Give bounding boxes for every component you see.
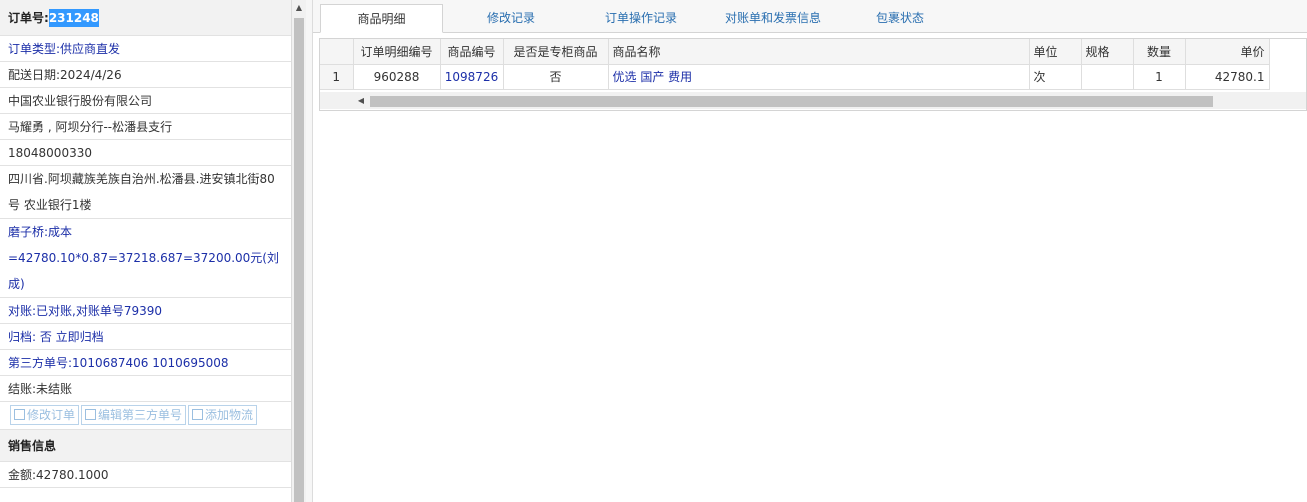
- action-buttons: 修改订单 编辑第三方单号 添加物流: [0, 402, 291, 430]
- sales-amount: 金额:42780.1000: [0, 462, 291, 488]
- edit-icon: [14, 409, 25, 420]
- cell-product-name[interactable]: 优选 国产 费用: [608, 64, 1030, 90]
- reconcile-status: 对账:已对账,对账单号79390: [0, 298, 291, 324]
- edit-icon: [192, 409, 204, 420]
- order-number-row: 订单号:231248: [0, 0, 291, 36]
- tab-statement-invoice[interactable]: 对账单和发票信息: [708, 4, 838, 32]
- tab-operation-log[interactable]: 订单操作记录: [591, 4, 691, 32]
- sales-info-header: 销售信息: [0, 430, 291, 462]
- add-logistics-label: 添加物流: [205, 408, 254, 422]
- col-product-id[interactable]: 商品编号: [440, 39, 504, 65]
- tab-package-status[interactable]: 包裹状态: [850, 4, 950, 32]
- product-detail-grid: 订单明细编号 商品编号 是否是专柜商品 商品名称 单位 规格 数量 单价 1 9…: [319, 38, 1307, 111]
- tab-product-details[interactable]: 商品明细: [320, 4, 443, 33]
- col-index: [320, 39, 354, 65]
- edit-icon: [85, 409, 97, 420]
- edit-third-party-label: 编辑第三方单号: [98, 408, 183, 422]
- cell-unit-price: 42780.1: [1185, 64, 1270, 90]
- order-info-panel: 订单号:231248 订单类型:供应商直发 配送日期:2024/4/26 中国农…: [0, 0, 292, 502]
- panel-divider[interactable]: [306, 0, 313, 502]
- cell-quantity: 1: [1133, 64, 1186, 90]
- cell-index: 1: [320, 64, 354, 90]
- add-logistics-button[interactable]: 添加物流: [188, 405, 258, 425]
- col-product-name[interactable]: 商品名称: [608, 39, 1030, 65]
- scrollbar-thumb[interactable]: [294, 18, 304, 502]
- horizontal-scrollbar-thumb[interactable]: [370, 96, 1213, 107]
- cell-unit: 次: [1029, 64, 1082, 90]
- grid-horizontal-scrollbar[interactable]: ◀: [320, 92, 1306, 109]
- edit-third-party-button[interactable]: 编辑第三方单号: [81, 405, 187, 425]
- order-number-value[interactable]: 231248: [48, 9, 99, 27]
- cell-product-id[interactable]: 1098726: [440, 64, 504, 90]
- edit-order-button[interactable]: 修改订单: [10, 405, 80, 425]
- col-detail-id[interactable]: 订单明细编号: [353, 39, 441, 65]
- col-counter-product[interactable]: 是否是专柜商品: [503, 39, 609, 65]
- col-spec[interactable]: 规格: [1081, 39, 1134, 65]
- left-panel-scrollbar[interactable]: ▲: [291, 0, 306, 502]
- third-party-number: 第三方单号:1010687406 1010695008: [0, 350, 291, 376]
- col-unit-price[interactable]: 单价: [1185, 39, 1270, 65]
- tab-bar: 商品明细 修改记录 订单操作记录 对账单和发票信息 包裹状态: [313, 0, 1307, 33]
- detail-panel: 商品明细 修改记录 订单操作记录 对账单和发票信息 包裹状态 订单明细编号 商品…: [313, 0, 1307, 502]
- edit-order-label: 修改订单: [27, 408, 76, 422]
- table-header: 订单明细编号 商品编号 是否是专柜商品 商品名称 单位 规格 数量 单价: [320, 39, 1270, 65]
- product-table: 订单明细编号 商品编号 是否是专柜商品 商品名称 单位 规格 数量 单价 1 9…: [320, 39, 1270, 90]
- arrow-left-icon[interactable]: ◀: [354, 92, 368, 109]
- order-number-label: 订单号:: [8, 11, 49, 25]
- cell-spec: [1081, 64, 1134, 90]
- cell-counter-product: 否: [503, 64, 609, 90]
- cost-note: 磨子桥:成本=42780.10*0.87=37218.687=37200.00元…: [0, 219, 291, 298]
- col-quantity[interactable]: 数量: [1133, 39, 1186, 65]
- tab-modification-log[interactable]: 修改记录: [461, 4, 561, 32]
- delivery-address: 四川省.阿坝藏族羌族自治州.松潘县.进安镇北街80号 农业银行1楼: [0, 166, 291, 219]
- col-unit[interactable]: 单位: [1029, 39, 1082, 65]
- order-type: 订单类型:供应商直发: [0, 36, 291, 62]
- cell-detail-id: 960288: [353, 64, 441, 90]
- delivery-date: 配送日期:2024/4/26: [0, 62, 291, 88]
- contact-info: 马耀勇 , 阿坝分行--松潘县支行: [0, 114, 291, 140]
- company-name: 中国农业银行股份有限公司: [0, 88, 291, 114]
- phone-number: 18048000330: [0, 140, 291, 166]
- arrow-up-icon[interactable]: ▲: [292, 0, 306, 16]
- archive-status[interactable]: 归档: 否 立即归档: [0, 324, 291, 350]
- settlement-status: 结账:未结账: [0, 376, 291, 402]
- table-row[interactable]: 1 960288 1098726 否 优选 国产 费用 次 1 42780.1: [320, 64, 1270, 90]
